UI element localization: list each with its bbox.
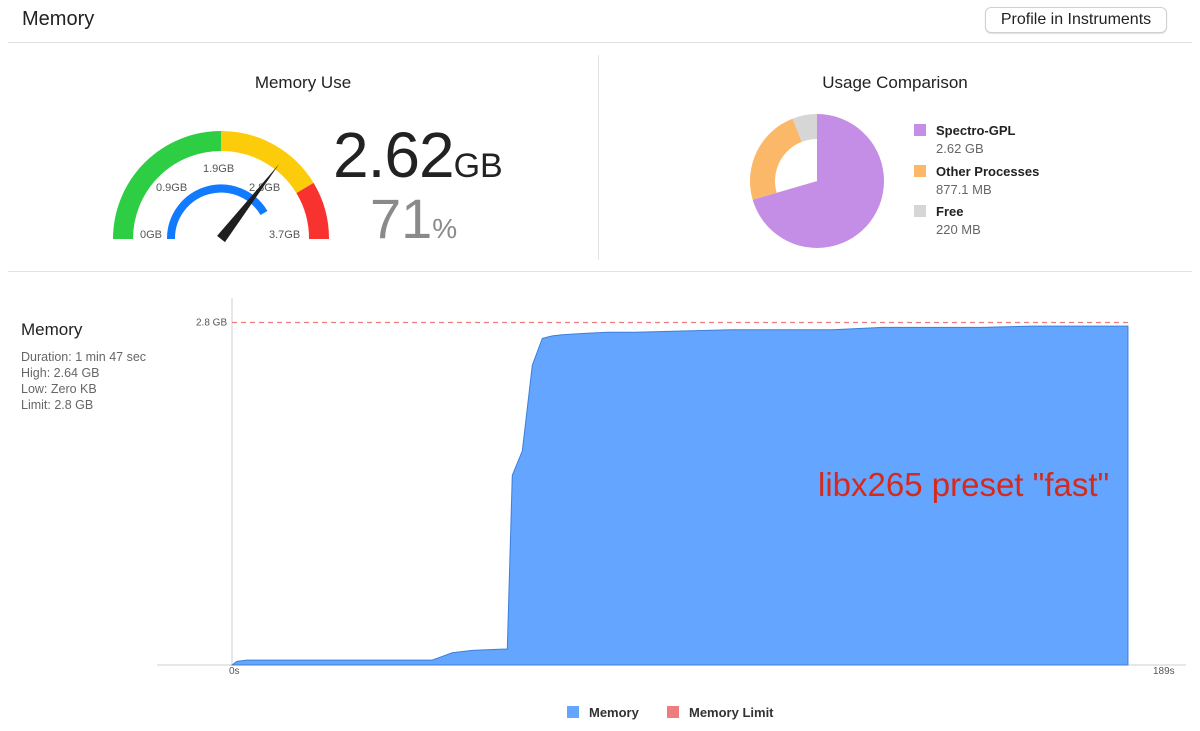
legend-label-memory: Memory bbox=[589, 705, 639, 720]
memory-value-readout: 2.62GB bbox=[333, 118, 503, 192]
legend-value-spectro-gpl: 2.62 GB bbox=[936, 141, 984, 156]
legend-value-other-processes: 877.1 MB bbox=[936, 182, 992, 197]
gauge-tick-label: 1.9GB bbox=[203, 163, 234, 175]
gauge-arc-red bbox=[296, 182, 330, 240]
legend-name-other-processes: Other Processes bbox=[936, 164, 1040, 179]
memory-limit-tick-label: 2.8 GB bbox=[196, 317, 227, 328]
memory-low: Low: Zero KB bbox=[21, 382, 97, 396]
usage-comparison-title: Usage Comparison bbox=[822, 73, 968, 92]
profile-in-instruments-button[interactable]: Profile in Instruments bbox=[985, 7, 1167, 33]
legend-swatch-free bbox=[914, 205, 926, 217]
section-divider bbox=[8, 271, 1192, 272]
panel-divider bbox=[598, 55, 599, 260]
gauge-tick-label: 0GB bbox=[140, 229, 162, 241]
memory-gauge: 0GB 0.9GB 1.9GB 2.8GB 3.7GB bbox=[113, 130, 330, 243]
memory-percent-sign: % bbox=[432, 213, 458, 244]
page-title: Memory bbox=[22, 8, 95, 30]
memory-high: High: 2.64 GB bbox=[21, 366, 100, 380]
usage-pie-chart bbox=[750, 114, 884, 248]
chart-annotation: libx265 preset "fast" bbox=[818, 466, 1110, 503]
legend-name-spectro-gpl: Spectro-GPL bbox=[936, 123, 1016, 138]
memory-duration: Duration: 1 min 47 sec bbox=[21, 350, 147, 364]
gauge-tick-label: 0.9GB bbox=[156, 182, 187, 194]
gauge-tick-label: 3.7GB bbox=[269, 229, 300, 241]
legend-value-free: 220 MB bbox=[936, 222, 981, 237]
memory-limit: Limit: 2.8 GB bbox=[21, 398, 94, 412]
legend-label-memory-limit: Memory Limit bbox=[689, 705, 774, 720]
legend-name-free: Free bbox=[936, 204, 964, 219]
x-tick-label-start: 0s bbox=[229, 666, 240, 677]
gauge-inner-arc bbox=[166, 184, 268, 240]
legend-swatch-memory-limit bbox=[667, 706, 679, 718]
memory-value: 2.62 bbox=[333, 119, 455, 191]
memory-section-title: Memory bbox=[21, 320, 83, 339]
x-tick-label-end: 189s bbox=[1153, 666, 1175, 677]
legend-swatch-spectro-gpl bbox=[914, 124, 926, 136]
memory-percent: 71 bbox=[370, 187, 433, 250]
legend-swatch-memory bbox=[567, 706, 579, 718]
header-divider bbox=[8, 42, 1192, 43]
memory-percent-readout: 71% bbox=[370, 186, 457, 251]
memory-use-title: Memory Use bbox=[254, 73, 352, 92]
legend-swatch-other-processes bbox=[914, 165, 926, 177]
memory-unit: GB bbox=[453, 147, 503, 185]
